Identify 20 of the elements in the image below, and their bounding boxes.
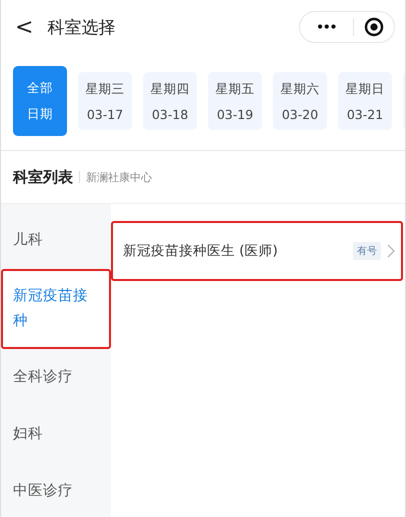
page-title: 科室选择 [47,16,116,38]
date-tab[interactable]: 全部 日期 [13,66,67,136]
date-tab[interactable]: 星期三 03-17 [78,72,132,130]
date-tab[interactable]: 星期日 03-21 [338,72,392,130]
chevron-right-icon [387,244,395,258]
clinic-name: 新澜社康中心 [86,170,152,184]
date-tab[interactable]: 星期五 03-19 [208,72,262,130]
date-tab[interactable]: 星期六 03-20 [273,72,327,130]
department-item[interactable]: 全科诊疗 [1,349,111,406]
back-button[interactable]: < [15,14,34,40]
date-tab[interactable]: 星期四 03-18 [143,72,197,130]
department-item[interactable]: 新冠疫苗接种 [1,269,111,349]
department-item[interactable]: 中医诊疗 [1,463,111,517]
section-title: 科室列表 [13,168,73,186]
availability-tag: 有号 [353,242,381,260]
doctor-row[interactable]: 新冠疫苗接种医生 (医师) 有号 [111,221,403,281]
department-item[interactable]: 妇科 [1,406,111,463]
more-button[interactable]: ••• [300,19,352,35]
doctor-name: 新冠疫苗接种医生 (医师) [123,242,279,260]
department-item[interactable]: 儿科 [1,212,111,269]
